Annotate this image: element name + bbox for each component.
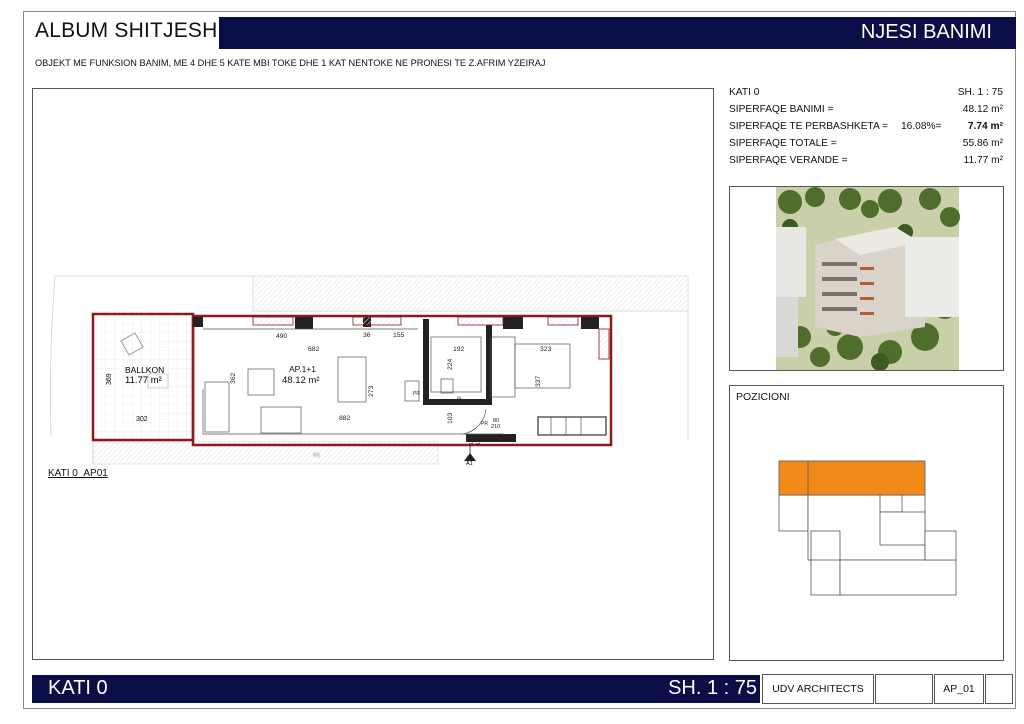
interior-furniture — [202, 328, 607, 436]
dim-224: 224 — [447, 358, 454, 370]
dim-36: 36 — [363, 332, 371, 339]
building-render-panel — [729, 186, 1004, 371]
dim-337: 337 — [535, 375, 542, 387]
album-title: ALBUM SHITJESH — [35, 19, 218, 42]
building-render-image — [776, 187, 960, 370]
section-marker: A1 — [464, 445, 476, 467]
unit-title: NJESI BANIMI — [860, 21, 992, 43]
footer-scale: SH. 1 : 75 — [668, 677, 757, 699]
footer-blank-cell — [875, 674, 933, 704]
apartment-area: 48.12 m² — [282, 375, 320, 386]
area-row: SIPERFAQE VERANDE = 11.77 m² — [729, 155, 1003, 172]
dim-882: 882 — [339, 415, 351, 422]
door-pr-label: PR — [481, 421, 488, 427]
info-header-row: KATI 0 SH. 1 : 75 — [729, 87, 1003, 104]
area-percent: 16.08%= — [901, 121, 942, 132]
area-value: 55.86 m² — [962, 138, 1003, 149]
footer-bar: KATI 0 SH. 1 : 75 — [32, 675, 760, 703]
info-scale: SH. 1 : 75 — [957, 87, 1003, 98]
footer-firm-cell: UDV ARCHITECTS — [762, 674, 874, 704]
info-floor: KATI 0 — [729, 87, 760, 98]
balcony-height-dim: 369 — [106, 373, 113, 385]
footer-sheet-cell: AP_01 — [934, 674, 984, 704]
dim-155: 155 — [393, 332, 405, 339]
dim-192: 192 — [453, 346, 465, 353]
area-label: SIPERFAQE BANIMI = — [729, 104, 834, 115]
balcony-width-dim: 302 — [136, 416, 148, 423]
apartment-name: AP.1+1 — [289, 364, 316, 374]
header-bar: NJESI BANIMI — [219, 17, 1016, 49]
firm-name: UDV ARCHITECTS — [772, 683, 864, 695]
dim-103: 103 — [447, 412, 454, 424]
floor-plan-panel: PR BALLKON 11.77 m² 369 302 AP.1+1 48.12… — [32, 88, 714, 660]
project-description: OBJEKT ME FUNKSION BANIM, ME 4 DHE 5 KAT… — [35, 58, 546, 68]
dim-100: 100 — [476, 436, 482, 445]
dim-490: 490 — [276, 333, 288, 340]
room-labels: AP.1+1 48.12 m² — [282, 364, 320, 386]
area-value: 7.74 m² — [967, 121, 1003, 132]
footer-floor: KATI 0 — [48, 677, 108, 699]
position-panel: POZICIONI — [729, 385, 1004, 661]
balcony-area: 11.77 m² — [125, 375, 162, 386]
sheet-number: AP_01 — [943, 683, 975, 695]
section-a1-label: A1 — [466, 461, 473, 467]
area-row: SIPERFAQE TOTALE = 55.86 m² — [729, 138, 1003, 155]
dim-210: 210 — [491, 424, 500, 430]
area-label: SIPERFAQE VERANDE = — [729, 155, 848, 166]
area-row: SIPERFAQE TE PERBASHKETA = 16.08%= 7.74 … — [729, 121, 1003, 138]
plan-caption: KATI 0_AP01 — [48, 468, 108, 479]
context-pr-label: PR — [313, 453, 320, 459]
area-value: 48.12 m² — [962, 104, 1003, 115]
dim-323: 323 — [540, 346, 552, 353]
fridge-pr-label: PR — [413, 391, 420, 397]
dimension-labels: 490 682 36 155 192 323 362 273 224 337 8… — [230, 332, 552, 445]
area-row: SIPERFAQE BANIMI = 48.12 m² — [729, 104, 1003, 121]
dim-362: 362 — [230, 372, 237, 384]
floor-plan-drawing: PR BALLKON 11.77 m² 369 302 AP.1+1 48.12… — [50, 275, 689, 467]
area-label: SIPERFAQE TE PERBASHKETA = — [729, 121, 888, 132]
dim-273: 273 — [368, 385, 375, 397]
dim-682: 682 — [308, 346, 320, 353]
dim-90: 90 — [457, 396, 463, 402]
balcony-name: BALLKON — [125, 365, 164, 375]
area-value: 11.77 m² — [963, 155, 1003, 166]
area-label: SIPERFAQE TOTALE = — [729, 138, 837, 149]
dim-120: 120 — [469, 436, 475, 445]
footer-empty-cell — [985, 674, 1013, 704]
area-summary: KATI 0 SH. 1 : 75 SIPERFAQE BANIMI = 48.… — [729, 87, 1003, 172]
position-key-plan — [778, 460, 957, 596]
balcony: BALLKON 11.77 m² 369 302 — [91, 312, 195, 442]
apartment-highlight — [778, 460, 926, 496]
